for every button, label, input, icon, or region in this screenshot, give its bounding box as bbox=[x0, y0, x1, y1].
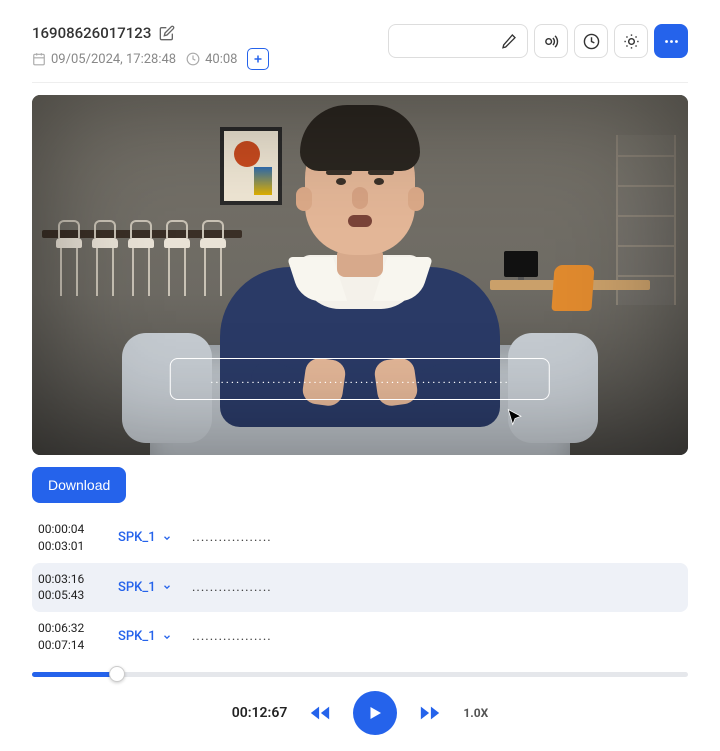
transcript-segment[interactable]: 00:00:04 00:03:01 SPK_1 ................… bbox=[32, 513, 688, 563]
transcript-segment[interactable]: 00:03:16 00:05:43 SPK_1 ................… bbox=[32, 563, 688, 613]
header-right bbox=[388, 24, 688, 58]
voice-icon bbox=[543, 33, 560, 50]
more-button[interactable] bbox=[654, 24, 688, 58]
more-icon bbox=[663, 33, 680, 50]
progress-fill bbox=[32, 672, 117, 677]
video-player[interactable]: ........................................… bbox=[32, 95, 688, 455]
theme-button[interactable] bbox=[614, 24, 648, 58]
cursor-icon bbox=[506, 408, 524, 426]
datetime-text: 09/05/2024, 17:28:48 bbox=[51, 52, 176, 67]
edit-title-icon[interactable] bbox=[159, 25, 175, 41]
header-left: 16908626017123 09/05/2024, 17:28:48 40:0 bbox=[32, 24, 269, 70]
speaker-dropdown[interactable]: SPK_1 bbox=[118, 629, 174, 644]
play-button[interactable] bbox=[353, 691, 397, 735]
duration-meta: 40:08 bbox=[186, 52, 237, 67]
pen-icon bbox=[501, 33, 517, 49]
segment-times: 00:00:04 00:03:01 bbox=[38, 521, 100, 555]
clock-icon bbox=[186, 52, 200, 66]
transcript-segment[interactable]: 00:06:32 00:07:14 SPK_1 ................… bbox=[32, 612, 688, 662]
datetime-meta: 09/05/2024, 17:28:48 bbox=[32, 52, 176, 67]
rewind-button[interactable] bbox=[309, 702, 331, 724]
add-button[interactable] bbox=[247, 48, 269, 70]
meta-row: 09/05/2024, 17:28:48 40:08 bbox=[32, 48, 269, 70]
current-time: 00:12:67 bbox=[232, 705, 288, 721]
clock-icon bbox=[583, 33, 600, 50]
voice-button[interactable] bbox=[534, 24, 568, 58]
duration-text: 40:08 bbox=[205, 52, 237, 67]
progress-thumb[interactable] bbox=[109, 666, 125, 682]
chevron-down-icon bbox=[162, 533, 172, 543]
download-button[interactable]: Download bbox=[32, 467, 126, 503]
caption-placeholder: ........................................… bbox=[210, 372, 510, 386]
caption-box[interactable]: ........................................… bbox=[170, 358, 550, 400]
player-bar: 00:12:67 1.0X bbox=[32, 672, 688, 735]
speaker-label: SPK_1 bbox=[118, 580, 156, 595]
speaker-label: SPK_1 bbox=[118, 629, 156, 644]
title-row: 16908626017123 bbox=[32, 24, 269, 42]
segment-end: 00:03:01 bbox=[38, 538, 100, 555]
recording-title: 16908626017123 bbox=[32, 24, 151, 42]
segment-text: .................. bbox=[192, 629, 272, 644]
segment-times: 00:06:32 00:07:14 bbox=[38, 620, 100, 654]
speaker-dropdown[interactable]: SPK_1 bbox=[118, 580, 174, 595]
segment-start: 00:03:16 bbox=[38, 571, 100, 588]
transcript-list: 00:00:04 00:03:01 SPK_1 ................… bbox=[32, 513, 688, 662]
segment-start: 00:06:32 bbox=[38, 620, 100, 637]
player-controls: 00:12:67 1.0X bbox=[32, 691, 688, 735]
segment-end: 00:07:14 bbox=[38, 637, 100, 654]
speaker-label: SPK_1 bbox=[118, 530, 156, 545]
play-icon bbox=[366, 704, 384, 722]
video-scene bbox=[32, 95, 688, 455]
chevron-down-icon bbox=[162, 632, 172, 642]
search-input[interactable] bbox=[388, 24, 528, 58]
header: 16908626017123 09/05/2024, 17:28:48 40:0 bbox=[32, 24, 688, 83]
segment-end: 00:05:43 bbox=[38, 587, 100, 604]
progress-slider[interactable] bbox=[32, 672, 688, 677]
segment-times: 00:03:16 00:05:43 bbox=[38, 571, 100, 605]
segment-text: .................. bbox=[192, 580, 272, 595]
segment-text: .................. bbox=[192, 530, 272, 545]
chevron-down-icon bbox=[162, 582, 172, 592]
sun-icon bbox=[623, 33, 640, 50]
segment-start: 00:00:04 bbox=[38, 521, 100, 538]
history-button[interactable] bbox=[574, 24, 608, 58]
speed-button[interactable]: 1.0X bbox=[463, 706, 488, 720]
forward-button[interactable] bbox=[419, 702, 441, 724]
calendar-icon bbox=[32, 52, 46, 66]
speaker-dropdown[interactable]: SPK_1 bbox=[118, 530, 174, 545]
